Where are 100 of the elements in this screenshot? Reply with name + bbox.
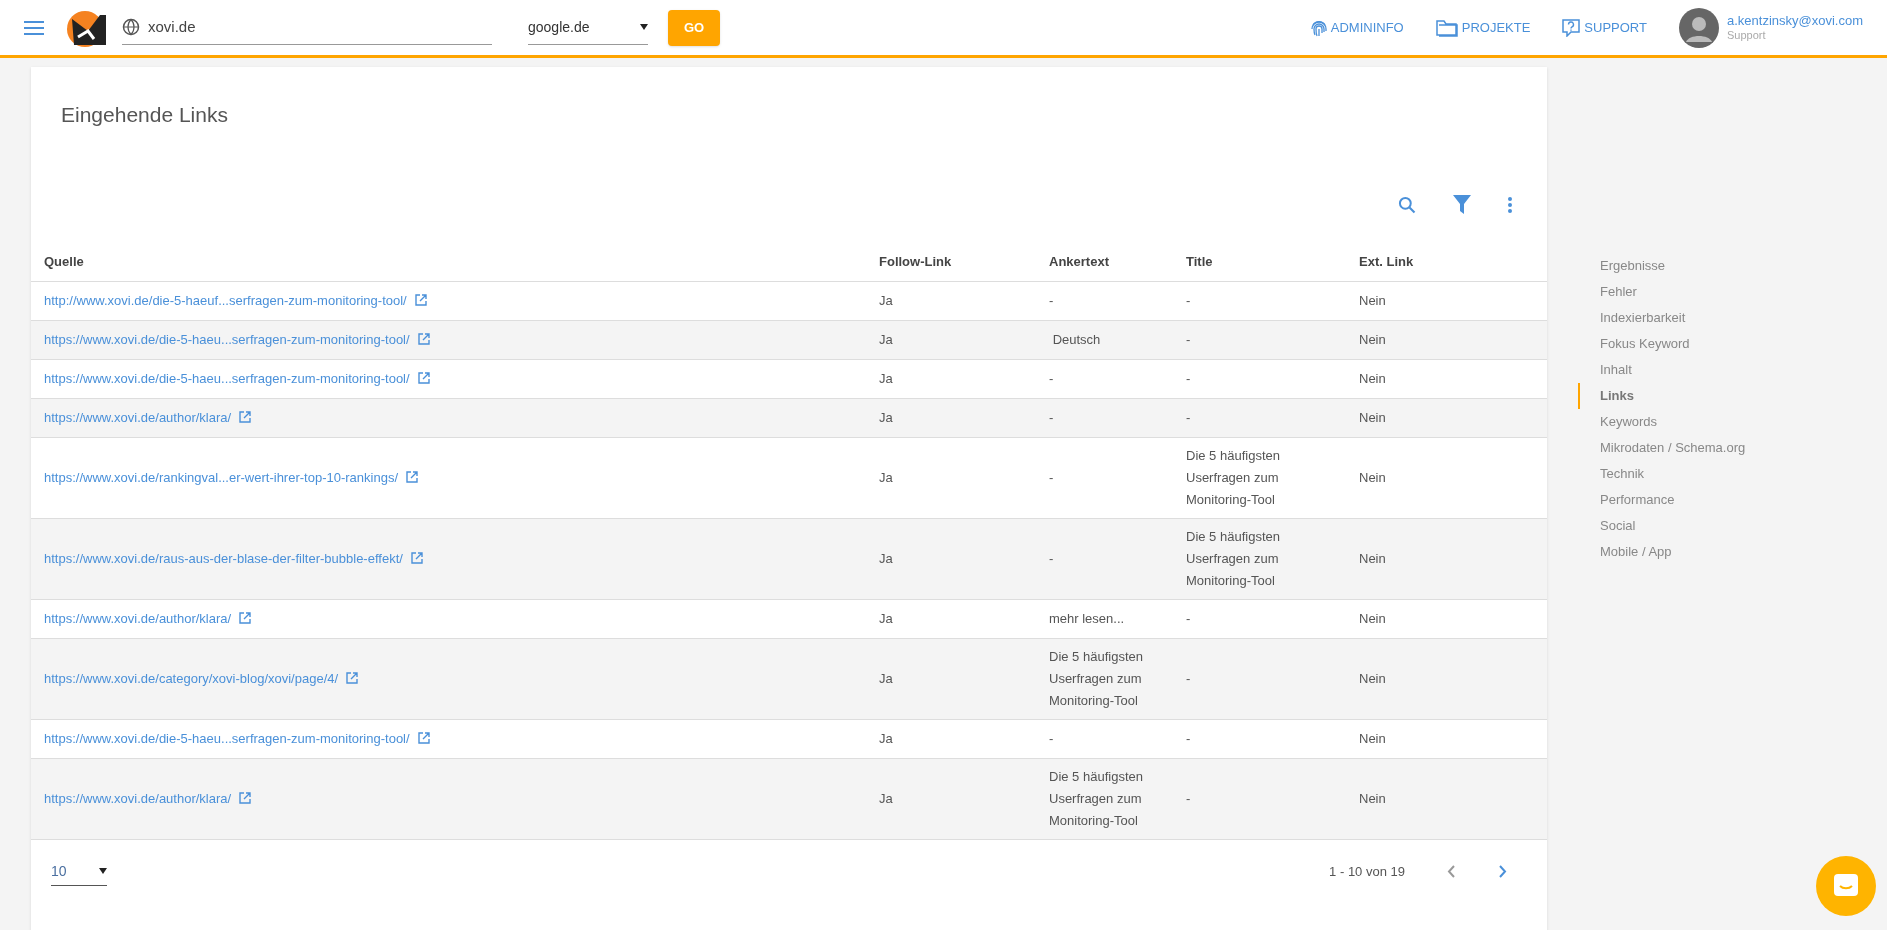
external-link-icon[interactable] <box>239 410 252 423</box>
page-range: 1 - 10 von 19 <box>1329 862 1405 881</box>
sidebar-item[interactable]: Inhalt <box>1578 357 1746 383</box>
source-link[interactable]: https://www.xovi.de/die-5-haeu...serfragen-zum-monitoring-tool/ <box>44 370 410 386</box>
fingerprint-icon <box>1310 18 1327 37</box>
table-cell-text: Deutsch <box>1051 330 1102 349</box>
table-cell-text: Ja <box>879 549 894 568</box>
table-cell-text: Ja <box>879 369 894 388</box>
source-link[interactable]: https://www.xovi.de/die-5-haeu...serfragen-zum-monitoring-tool/ <box>44 730 410 746</box>
external-link-icon[interactable] <box>346 671 359 684</box>
table-cell-text: Die 5 häufigsten Userfragen zum Monitoring-Tool <box>1049 767 1144 830</box>
table-cell-text: Nein <box>1359 729 1387 748</box>
folder-icon <box>1435 18 1458 37</box>
sidebar-item[interactable]: Social <box>1578 513 1746 539</box>
filter-icon[interactable] <box>1453 195 1471 215</box>
chevron-right-icon <box>1499 865 1507 878</box>
sidebar-item[interactable]: Technik <box>1578 461 1746 487</box>
table-cell-text: - <box>1186 369 1192 388</box>
help-icon <box>1562 18 1581 37</box>
table-cell-text: Nein <box>1359 609 1387 628</box>
table-cell-text: Die 5 häufigsten Userfragen zum Monitoring-Tool <box>1186 446 1281 509</box>
table-cell-text: - <box>1049 729 1055 748</box>
table-cell-text: Nein <box>1359 291 1387 310</box>
table-cell-text: Nein <box>1359 789 1387 808</box>
sidebar-item[interactable]: Performance <box>1578 487 1746 513</box>
table-cell-text: Nein <box>1359 669 1387 688</box>
table-cell-text: - <box>1186 729 1192 748</box>
page-size-dropdown[interactable]: 10 <box>51 857 107 886</box>
table-cell-text: Ja <box>879 408 894 427</box>
table-cell-text: Ja <box>879 609 894 628</box>
table-cell-text: - <box>1049 549 1055 568</box>
source-link[interactable]: https://www.xovi.de/author/klara/ <box>44 790 232 806</box>
table-cell-text: Die 5 häufigsten Userfragen zum Monitoring-Tool <box>1186 527 1281 590</box>
user-role: Support <box>1726 28 1767 43</box>
domain-field[interactable]: xovi.de <box>122 10 492 45</box>
table-cell-text: Die 5 häufigsten Userfragen zum Monitoring-Tool <box>1049 647 1144 710</box>
nav-link[interactable]: PROJEKTE <box>1435 17 1531 38</box>
sidebar-item[interactable]: Ergebnisse <box>1578 253 1746 279</box>
source-link[interactable]: https://www.xovi.de/category/xovi-blog/xovi/page/4/ <box>44 670 339 686</box>
user-email[interactable]: a.kentzinsky@xovi.com <box>1726 12 1863 29</box>
more-icon[interactable] <box>1507 195 1513 215</box>
source-link[interactable]: https://www.xovi.de/die-5-haeu...serfragen-zum-monitoring-tool/ <box>44 331 410 347</box>
source-link[interactable]: https://www.xovi.de/author/klara/ <box>44 409 232 425</box>
table-cell-text: mehr lesen... <box>1049 609 1126 628</box>
card-title: Eingehende Links <box>61 102 229 128</box>
column-header[interactable]: Ext. Link <box>1359 243 1547 281</box>
table-cell-text: - <box>1049 369 1055 388</box>
chat-icon <box>1833 873 1859 899</box>
avatar[interactable] <box>1678 7 1719 48</box>
caret-icon <box>640 24 648 30</box>
menu-icon[interactable] <box>24 19 44 36</box>
nav-link[interactable]: ADMININFO <box>1310 17 1404 38</box>
table-cell-text: Ja <box>879 291 894 310</box>
table-cell-text: Nein <box>1359 468 1387 487</box>
caret-icon <box>99 868 107 874</box>
nav-link[interactable]: SUPPORT <box>1562 17 1647 38</box>
column-header[interactable]: Quelle <box>31 243 879 281</box>
engine-dropdown[interactable]: google.de <box>528 10 648 45</box>
table-cell-text: Ja <box>879 729 894 748</box>
sidebar-item[interactable]: Mobile / App <box>1578 539 1746 565</box>
table-cell-text: - <box>1186 408 1192 427</box>
table-cell-text: - <box>1186 789 1192 808</box>
table-cell-text: - <box>1049 291 1055 310</box>
table-cell-text: Ja <box>879 468 894 487</box>
source-link[interactable]: http://www.xovi.de/die-5-haeuf...serfragen-zum-monitoring-tool/ <box>44 292 407 308</box>
chevron-left-icon <box>1447 865 1455 878</box>
external-link-icon[interactable] <box>239 611 252 624</box>
external-link-icon[interactable] <box>239 791 252 804</box>
table-cell-text: Nein <box>1359 369 1387 388</box>
globe-icon <box>122 18 140 36</box>
table-cell-text: - <box>1186 291 1192 310</box>
column-header[interactable]: Ankertext <box>1049 243 1186 281</box>
external-link-icon[interactable] <box>410 551 423 564</box>
source-link[interactable]: https://www.xovi.de/raus-aus-der-blase-der-filter-bubble-effekt/ <box>44 550 403 566</box>
table-cell-text: Nein <box>1359 549 1387 568</box>
sidebar-item[interactable]: Links <box>1578 383 1746 409</box>
external-link-icon[interactable] <box>414 293 427 306</box>
go-button[interactable]: GO <box>668 9 721 46</box>
source-link[interactable]: https://www.xovi.de/author/klara/ <box>44 610 232 626</box>
table-cell-text: - <box>1186 330 1192 349</box>
table-cell-text: Ja <box>879 330 894 349</box>
table-cell-text: Nein <box>1359 408 1387 427</box>
table-cell-text: - <box>1186 669 1192 688</box>
sidebar-item[interactable]: Mikrodaten / Schema.org <box>1578 435 1746 461</box>
external-link-icon[interactable] <box>417 371 430 384</box>
external-link-icon[interactable] <box>406 470 419 483</box>
source-link[interactable]: https://www.xovi.de/rankingval...er-wert-ihrer-top-10-rankings/ <box>44 469 399 485</box>
chat-button[interactable] <box>1816 856 1876 916</box>
sidebar-item[interactable]: Indexierbarkeit <box>1578 305 1746 331</box>
sidebar-item[interactable]: Keywords <box>1578 409 1746 435</box>
sidebar-item[interactable]: Fokus Keyword <box>1578 331 1746 357</box>
table-cell-text: - <box>1186 609 1192 628</box>
table-cell-text: - <box>1049 468 1055 487</box>
table-cell-text: Nein <box>1359 330 1387 349</box>
search-icon[interactable] <box>1397 195 1417 215</box>
column-header[interactable]: Title <box>1186 243 1359 281</box>
external-link-icon[interactable] <box>417 731 430 744</box>
sidebar-item[interactable]: Fehler <box>1578 279 1746 305</box>
external-link-icon[interactable] <box>417 332 430 345</box>
column-header[interactable]: Follow-Link <box>879 243 1049 281</box>
